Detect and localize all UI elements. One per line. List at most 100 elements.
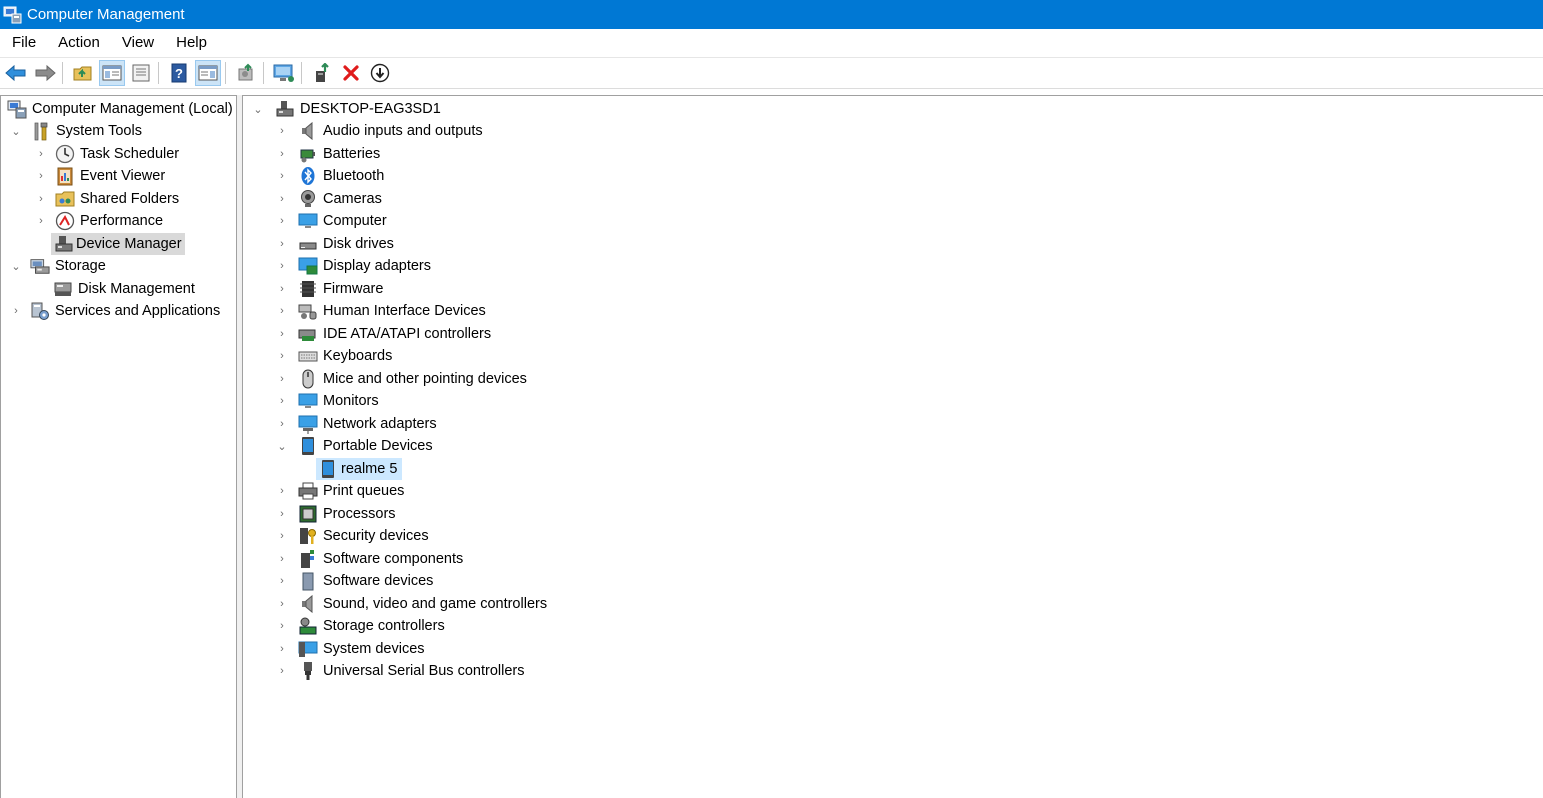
tree-item-device-manager[interactable]: Device Manager (51, 233, 185, 255)
menu-bar: File Action View Help (0, 29, 1543, 58)
tree-item-event-viewer[interactable]: › Event Viewer (35, 165, 168, 187)
tree-item-services-and-applications[interactable]: › Services and Applications (10, 300, 223, 322)
device-category-cameras[interactable]: › Cameras (276, 188, 385, 210)
toolbar-separator (225, 62, 226, 84)
chevron-right-icon[interactable]: › (276, 390, 288, 412)
menu-file[interactable]: File (0, 29, 46, 57)
device-category-display-adapters[interactable]: › Display adapters (276, 255, 434, 277)
chevron-right-icon[interactable]: › (35, 143, 47, 165)
device-category-keyboards[interactable]: › Keyboards (276, 345, 395, 367)
chevron-right-icon[interactable]: › (276, 300, 288, 322)
chevron-right-icon[interactable]: › (276, 660, 288, 682)
device-category-storage-controllers[interactable]: › Storage controllers (276, 615, 448, 637)
camera-icon (298, 189, 318, 209)
back-button[interactable] (3, 60, 29, 86)
chevron-right-icon[interactable]: › (276, 278, 288, 300)
device-category-bluetooth[interactable]: › Bluetooth (276, 165, 387, 187)
tree-item-computer-management[interactable]: Computer Management (Local) (7, 98, 236, 120)
tree-item-task-scheduler[interactable]: › Task Scheduler (35, 143, 182, 165)
device-category-print-queues[interactable]: › Print queues (276, 480, 407, 502)
device-tree-root-label: DESKTOP-EAG3SD1 (300, 101, 441, 117)
scan-hardware-button[interactable] (233, 60, 259, 86)
menu-view[interactable]: View (110, 29, 164, 57)
menu-action[interactable]: Action (46, 29, 110, 57)
chevron-right-icon[interactable]: › (35, 188, 47, 210)
device-category-batteries[interactable]: › Batteries (276, 143, 383, 165)
chevron-right-icon[interactable]: › (276, 413, 288, 435)
software-component-icon (298, 549, 318, 569)
forward-button[interactable] (32, 60, 58, 86)
device-category-portable-devices[interactable]: ⌄ Portable Devices (276, 435, 436, 457)
menu-help[interactable]: Help (164, 29, 217, 57)
tree-item-label: Services and Applications (55, 303, 221, 319)
chevron-down-icon[interactable]: ⌄ (10, 255, 22, 277)
chevron-right-icon[interactable]: › (276, 233, 288, 255)
chevron-right-icon[interactable]: › (10, 300, 22, 322)
chevron-down-icon[interactable]: ⌄ (276, 435, 288, 457)
device-item-label: realme 5 (340, 458, 403, 480)
tree-item-shared-folders[interactable]: › Shared Folders (35, 188, 182, 210)
chevron-down-icon[interactable]: ⌄ (252, 98, 264, 120)
device-category-firmware[interactable]: › Firmware (276, 278, 386, 300)
device-category-sound-video-game[interactable]: › Sound, video and game controllers (276, 593, 550, 615)
chevron-right-icon[interactable]: › (276, 638, 288, 660)
chevron-right-icon[interactable]: › (276, 480, 288, 502)
chevron-right-icon[interactable]: › (276, 210, 288, 232)
show-hide-console-tree-button[interactable] (99, 60, 125, 86)
device-category-audio[interactable]: › Audio inputs and outputs (276, 120, 486, 142)
device-category-software-devices[interactable]: › Software devices (276, 570, 436, 592)
disable-device-button[interactable] (367, 60, 393, 86)
device-category-processors[interactable]: › Processors (276, 503, 399, 525)
device-category-disk-drives[interactable]: › Disk drives (276, 233, 397, 255)
tree-item-disk-management[interactable]: Disk Management (53, 278, 198, 300)
device-category-computer[interactable]: › Computer (276, 210, 390, 232)
toolbar-separator (158, 62, 159, 84)
chevron-right-icon[interactable]: › (276, 255, 288, 277)
chevron-right-icon[interactable]: › (276, 165, 288, 187)
device-category-software-components[interactable]: › Software components (276, 548, 466, 570)
device-tree-root[interactable]: ⌄ DESKTOP-EAG3SD1 (252, 98, 444, 120)
back-arrow-icon (5, 64, 26, 82)
help-button[interactable]: ? (166, 60, 192, 86)
chevron-right-icon[interactable]: › (276, 120, 288, 142)
chevron-right-icon[interactable]: › (276, 323, 288, 345)
show-hide-action-pane-button[interactable] (195, 60, 221, 86)
tree-item-storage[interactable]: ⌄ Storage (10, 255, 109, 277)
device-category-mice[interactable]: › Mice and other pointing devices (276, 368, 530, 390)
device-category-hid[interactable]: › Human Interface Devices (276, 300, 489, 322)
device-category-network[interactable]: › Network adapters (276, 413, 440, 435)
tree-item-system-tools[interactable]: ⌄ System Tools (10, 120, 145, 142)
device-category-usb[interactable]: › Universal Serial Bus controllers (276, 660, 527, 682)
chevron-right-icon[interactable]: › (276, 525, 288, 547)
device-category-monitors[interactable]: › Monitors (276, 390, 382, 412)
chevron-right-icon[interactable]: › (276, 548, 288, 570)
device-category-label: Software components (323, 551, 464, 567)
chevron-right-icon[interactable]: › (276, 570, 288, 592)
device-category-label: Bluetooth (323, 168, 385, 184)
folder-up-icon (73, 66, 92, 81)
device-item-realme-5[interactable]: realme 5 (316, 458, 403, 480)
update-driver-button[interactable] (271, 60, 297, 86)
monitor-icon (298, 391, 318, 411)
tree-item-performance[interactable]: › Performance (35, 210, 166, 232)
chevron-right-icon[interactable]: › (276, 368, 288, 390)
chevron-right-icon[interactable]: › (276, 593, 288, 615)
chevron-right-icon[interactable]: › (276, 143, 288, 165)
device-category-system-devices[interactable]: › System devices (276, 638, 428, 660)
up-one-level-button[interactable] (70, 60, 96, 86)
enable-device-button[interactable] (309, 60, 335, 86)
chevron-right-icon[interactable]: › (276, 345, 288, 367)
device-category-ide[interactable]: › IDE ATA/ATAPI controllers (276, 323, 494, 345)
chevron-right-icon[interactable]: › (276, 188, 288, 210)
chevron-down-icon[interactable]: ⌄ (10, 120, 22, 142)
chevron-right-icon[interactable]: › (276, 503, 288, 525)
tree-item-label: Performance (80, 213, 164, 229)
chevron-right-icon[interactable]: › (35, 165, 47, 187)
chevron-right-icon[interactable]: › (276, 615, 288, 637)
uninstall-device-button[interactable] (338, 60, 364, 86)
chevron-right-icon[interactable]: › (35, 210, 47, 232)
device-category-security-devices[interactable]: › Security devices (276, 525, 432, 547)
properties-button[interactable] (128, 60, 154, 86)
pane-splitter[interactable] (236, 95, 243, 798)
device-category-label: Keyboards (323, 348, 393, 364)
